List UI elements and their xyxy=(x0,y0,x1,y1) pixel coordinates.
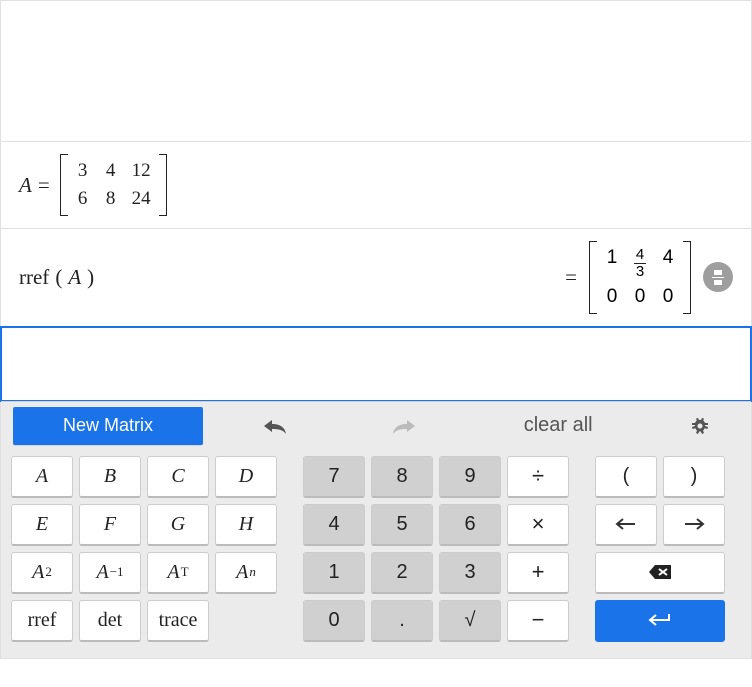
matrix-cell: 6 xyxy=(76,188,90,210)
left-arrow-key[interactable] xyxy=(595,504,657,546)
matrix-definition-row[interactable]: A = 34 12 68 24 xyxy=(1,142,751,229)
det-key[interactable]: det xyxy=(79,600,141,642)
inverse-key[interactable]: A−1 xyxy=(79,552,141,594)
matrix-cell: 0 xyxy=(605,286,619,308)
matrix-A: 34 12 68 24 xyxy=(60,154,167,216)
settings-button[interactable] xyxy=(648,402,751,450)
func-arg: A xyxy=(68,265,81,290)
digit-5-key[interactable]: 5 xyxy=(371,504,433,546)
keypad: New Matrix clear all ABCD EFGH A2A−1ATAn rr… xyxy=(1,401,751,658)
backspace-key[interactable] xyxy=(595,552,725,594)
active-input-row[interactable] xyxy=(0,326,752,402)
var-F-key[interactable]: F xyxy=(79,504,141,546)
divide-key[interactable]: ÷ xyxy=(507,456,569,498)
matrix-cell: 0 xyxy=(633,286,647,308)
enter-key[interactable] xyxy=(595,600,725,642)
square-key[interactable]: A2 xyxy=(11,552,73,594)
digit-2-key[interactable]: 2 xyxy=(371,552,433,594)
var-G-key[interactable]: G xyxy=(147,504,209,546)
fraction-toggle-icon[interactable] xyxy=(703,262,733,292)
matrix-cell: 4 xyxy=(661,247,675,280)
add-key[interactable]: + xyxy=(507,552,569,594)
display-blank xyxy=(1,1,751,142)
rparen-key[interactable]: ) xyxy=(663,456,725,498)
matrix-cell: 24 xyxy=(132,188,151,210)
digit-1-key[interactable]: 1 xyxy=(303,552,365,594)
var-H-key[interactable]: H xyxy=(215,504,277,546)
lparen-key[interactable]: ( xyxy=(595,456,657,498)
power-key[interactable]: An xyxy=(215,552,277,594)
var-A-key[interactable]: A xyxy=(11,456,73,498)
right-arrow-key[interactable] xyxy=(663,504,725,546)
var-E-key[interactable]: E xyxy=(11,504,73,546)
sqrt-key[interactable]: √ xyxy=(439,600,501,642)
digit-8-key[interactable]: 8 xyxy=(371,456,433,498)
digit-0-key[interactable]: 0 xyxy=(303,600,365,642)
var-C-key[interactable]: C xyxy=(147,456,209,498)
equals-sign: = xyxy=(38,173,50,198)
subtract-key[interactable]: − xyxy=(507,600,569,642)
rref-key[interactable]: rref xyxy=(11,600,73,642)
matrix-name: A xyxy=(19,173,32,198)
redo-button xyxy=(340,402,469,450)
digit-9-key[interactable]: 9 xyxy=(439,456,501,498)
matrix-cell: 12 xyxy=(132,160,151,182)
new-matrix-button[interactable]: New Matrix xyxy=(13,407,203,445)
func-name: rref xyxy=(19,265,49,290)
matrix-cell: 4 xyxy=(104,160,118,182)
clear-all-button[interactable]: clear all xyxy=(468,402,648,450)
undo-button[interactable] xyxy=(211,402,340,450)
transpose-key[interactable]: AT xyxy=(147,552,209,594)
result-equals: = xyxy=(565,265,577,290)
digit-7-key[interactable]: 7 xyxy=(303,456,365,498)
digit-4-key[interactable]: 4 xyxy=(303,504,365,546)
matrix-cell: 3 xyxy=(76,160,90,182)
var-D-key[interactable]: D xyxy=(215,456,277,498)
digit-3-key[interactable]: 3 xyxy=(439,552,501,594)
decimal-key[interactable]: . xyxy=(371,600,433,642)
digit-6-key[interactable]: 6 xyxy=(439,504,501,546)
trace-key[interactable]: trace xyxy=(147,600,209,642)
matrix-cell: 1 xyxy=(605,247,619,280)
matrix-cell: 8 xyxy=(104,188,118,210)
matrix-cell: 0 xyxy=(661,286,675,308)
multiply-key[interactable]: × xyxy=(507,504,569,546)
var-B-key[interactable]: B xyxy=(79,456,141,498)
matrix-cell: 43 xyxy=(633,247,647,280)
result-matrix: 1434000 xyxy=(589,241,691,314)
expression-row[interactable]: rref(A) = 1434000 xyxy=(1,229,751,327)
